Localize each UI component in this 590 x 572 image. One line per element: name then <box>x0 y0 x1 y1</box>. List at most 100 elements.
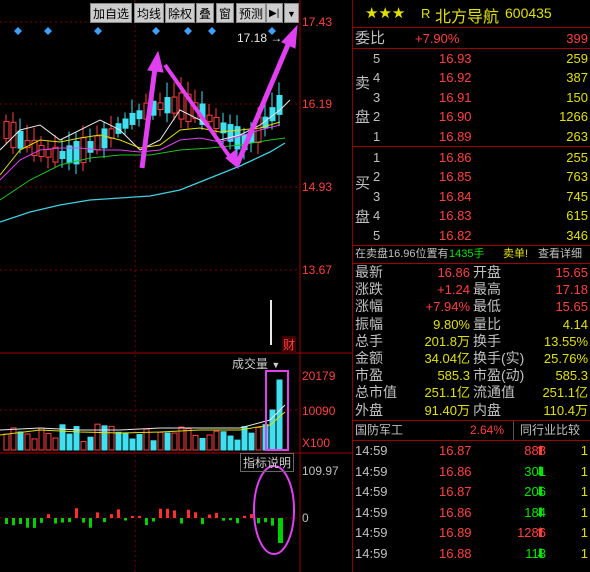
forecast-button[interactable]: 预测 <box>236 3 267 23</box>
quote-value: 9.80% <box>433 316 470 332</box>
tick-row: 14:59 16.86 184 ⬇ 1 <box>353 503 590 522</box>
volume-bar <box>129 438 136 451</box>
sell-level-row[interactable]: 1 16.89 263 <box>353 127 590 146</box>
sell-level-row[interactable]: 3 16.91 150 <box>353 88 590 107</box>
indicator-bar <box>82 518 85 523</box>
indicator-axis-label: 109.97 <box>302 464 339 478</box>
sell-volume: 1266 <box>559 109 588 125</box>
chevron-down-icon[interactable]: ▼ <box>271 360 280 370</box>
quote-row: 总手 201.8万 换手 13.55% <box>353 333 590 350</box>
price-axis-label: 14.93 <box>302 180 333 194</box>
window-button[interactable]: 窗 <box>216 3 235 23</box>
price-gridlines <box>0 0 300 572</box>
indicator-bar <box>180 518 183 524</box>
candle-body <box>94 135 101 151</box>
sell-volume: 259 <box>566 51 588 66</box>
level-number: 1 <box>373 150 381 165</box>
volume-bar <box>115 431 122 451</box>
volume-bar <box>248 432 255 451</box>
quote-value: +7.94% <box>425 299 470 315</box>
buy-price: 16.84 <box>439 188 472 204</box>
buy-level-row[interactable]: 4 16.83 615 <box>353 206 590 225</box>
indicator-help-button[interactable]: 指标说明 <box>240 453 295 472</box>
level-number: 2 <box>373 169 381 185</box>
buy-level-row[interactable]: 5 16.82 346 <box>353 226 590 245</box>
quote-row: 涨跌 +1.24 最高 17.18 <box>353 281 590 298</box>
buy-level-row[interactable]: 2 16.85 763 <box>353 167 590 186</box>
volume-bar <box>136 434 143 451</box>
order-hint[interactable]: 在卖盘16.96位置有 1435手 卖单! 查看详细 <box>353 245 590 264</box>
volume-bar <box>213 430 220 451</box>
quote-key: 总市值 <box>355 384 397 401</box>
overlay-button[interactable]: 叠 <box>196 3 215 23</box>
tick-price: 16.86 <box>439 463 472 479</box>
volume-bar <box>31 438 38 451</box>
sell-level-row[interactable]: 4 16.92 387 <box>353 68 590 87</box>
kline-chart-area[interactable]: 加自选 均线 除权 叠 窗 预测 ▶| ▼ 17.43 16.19 14.93 … <box>0 0 352 572</box>
tick-price: 16.87 <box>439 443 472 458</box>
buy-level-row[interactable]: 3 16.84 745 <box>353 187 590 206</box>
indicator-bar <box>61 518 64 523</box>
quote-row: 市盈 585.3 市盈(动) 585.3 <box>353 367 590 384</box>
indicator-bar <box>194 512 197 518</box>
indicator-bar <box>5 518 8 525</box>
arrow-up-icon: ⬆ <box>535 443 546 458</box>
candle-body <box>206 114 213 123</box>
tick-time: 14:59 <box>355 546 388 561</box>
arrow-up-icon: ⬆ <box>535 525 546 541</box>
level-number: 1 <box>373 128 381 144</box>
indicator-bar <box>166 508 169 518</box>
ex-rights-button[interactable]: 除权 <box>165 3 196 23</box>
price-axis-label: 13.67 <box>302 263 333 277</box>
quote-key: 市盈(动) <box>473 367 525 384</box>
sell-level-row[interactable]: 2 16.90 1266 <box>353 107 590 126</box>
volume-axis-label: 10090 <box>302 404 336 418</box>
quote-value: 4.14 <box>562 316 588 332</box>
quote-key: 总手 <box>355 332 383 349</box>
indicator-bar <box>26 518 29 528</box>
quote-row: 振幅 9.80% 量比 4.14 <box>353 316 590 333</box>
candle-body <box>87 141 94 153</box>
tick-row: 14:59 16.87 206 ⬇ 1 <box>353 482 590 501</box>
quote-row: 总市值 251.1亿 流通值 251.1亿 <box>353 384 590 401</box>
sell-level-row[interactable]: 5 16.93 259 <box>353 49 590 68</box>
tick-price: 16.88 <box>439 546 472 561</box>
quote-row: 金额 34.04亿 换手(实) 25.76% <box>353 350 590 367</box>
volume-bar <box>80 441 87 451</box>
indicator-bar <box>54 518 57 524</box>
buy-level-row[interactable]: 1 16.86 255 <box>353 148 590 167</box>
volume-bar <box>220 431 227 451</box>
expand-button[interactable]: ▶| <box>266 3 283 23</box>
industry-compare-button[interactable]: 同行业比较 <box>513 421 580 440</box>
sell-price: 16.89 <box>439 128 472 144</box>
buy-volume: 763 <box>566 169 588 185</box>
tick-count: 1 <box>580 546 588 561</box>
buy-volume: 615 <box>566 208 588 224</box>
volume-pane-title[interactable]: 成交量 ▼ <box>232 355 280 372</box>
pane-separators <box>0 0 352 572</box>
quote-value: 91.40万 <box>424 402 470 418</box>
tick-time: 14:59 <box>355 463 388 479</box>
indicator-bar <box>96 512 99 518</box>
kline-svg <box>0 0 352 572</box>
chart-menu-button[interactable]: ▼ <box>284 3 299 23</box>
add-watchlist-button[interactable]: 加自选 <box>90 3 133 23</box>
indicator-highlight-ellipse <box>253 465 295 555</box>
buy-volume: 255 <box>566 150 588 165</box>
ma-button[interactable]: 均线 <box>134 3 165 23</box>
financial-badge[interactable]: 财 <box>282 336 297 353</box>
level-number: 2 <box>373 109 381 125</box>
stick-marker <box>270 300 272 345</box>
volume-bar <box>66 433 73 451</box>
tick-time: 14:59 <box>355 525 388 541</box>
quote-key: 量比 <box>473 315 501 332</box>
candle-body <box>122 118 129 129</box>
quote-value: 15.65 <box>555 299 588 315</box>
volume-bar <box>157 431 164 451</box>
indicator-bar <box>222 518 225 521</box>
view-detail-link[interactable]: 查看详细 <box>538 245 582 264</box>
volume-bar <box>171 432 178 451</box>
candle-body <box>59 150 66 160</box>
quote-value: 13.55% <box>543 333 588 349</box>
tick-time: 14:59 <box>355 484 388 500</box>
